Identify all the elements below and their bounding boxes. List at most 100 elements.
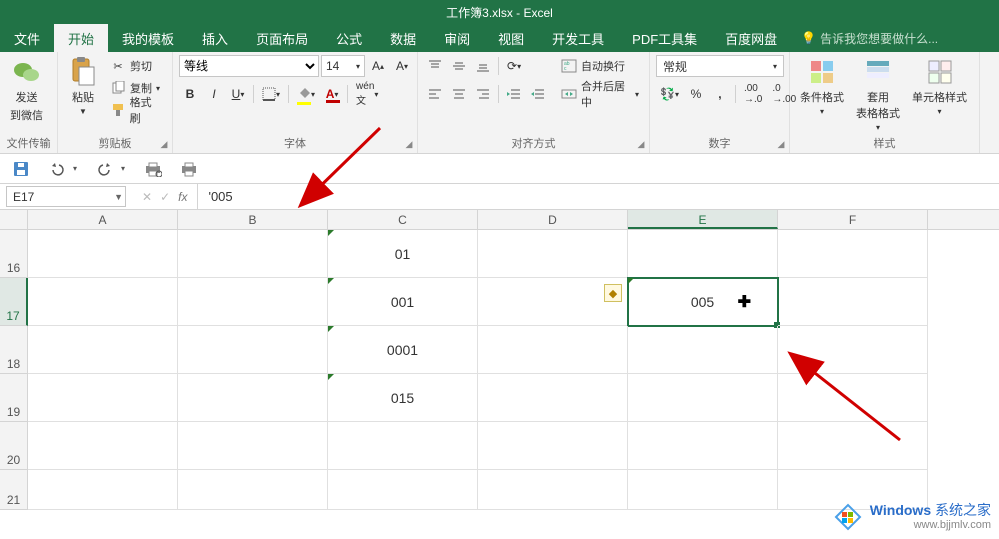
undo-button[interactable] — [46, 158, 68, 180]
fill-color-button[interactable]: ▾ — [293, 83, 319, 105]
cell-e18[interactable] — [628, 326, 778, 374]
col-header-b[interactable]: B — [178, 210, 328, 229]
spreadsheet-grid[interactable]: A B C D E F 16 01 17 001 ◆ 005 — [0, 210, 999, 510]
row-header-16[interactable]: 16 — [0, 230, 28, 278]
bold-button[interactable]: B — [179, 83, 201, 105]
tab-formulas[interactable]: 公式 — [322, 24, 376, 52]
cell-b17[interactable] — [178, 278, 328, 326]
font-name-select[interactable]: 等线 — [179, 55, 319, 77]
cell-d19[interactable] — [478, 374, 628, 422]
cell-b19[interactable] — [178, 374, 328, 422]
cell-c20[interactable] — [328, 422, 478, 470]
name-box[interactable]: E17 ▼ — [6, 186, 126, 207]
cell-d16[interactable] — [478, 230, 628, 278]
col-header-e[interactable]: E — [628, 210, 778, 229]
cell-style-button[interactable]: 单元格样式▾ — [908, 55, 971, 118]
border-button[interactable]: ▾ — [258, 83, 284, 105]
cell-c16[interactable]: 01 — [328, 230, 478, 278]
col-header-d[interactable]: D — [478, 210, 628, 229]
cell-b16[interactable] — [178, 230, 328, 278]
cell-f19[interactable] — [778, 374, 928, 422]
italic-button[interactable]: I — [203, 83, 225, 105]
align-center-button[interactable] — [448, 83, 470, 105]
tab-data[interactable]: 数据 — [376, 24, 430, 52]
table-format-button[interactable]: 套用 表格格式▾ — [852, 55, 904, 134]
cell-d21[interactable] — [478, 470, 628, 510]
print-preview-button[interactable] — [142, 158, 164, 180]
underline-button[interactable]: U▾ — [227, 83, 249, 105]
comma-button[interactable]: , — [709, 83, 731, 105]
cell-f20[interactable] — [778, 422, 928, 470]
cell-b21[interactable] — [178, 470, 328, 510]
error-flag-button[interactable]: ◆ — [604, 284, 622, 302]
print-button[interactable] — [178, 158, 200, 180]
cell-f17[interactable] — [778, 278, 928, 326]
cell-e21[interactable] — [628, 470, 778, 510]
wrap-text-button[interactable]: abc 自动换行 — [557, 55, 643, 77]
tab-pagelayout[interactable]: 页面布局 — [242, 24, 322, 52]
number-dialog-launcher[interactable]: ◢ — [775, 139, 787, 151]
cell-a19[interactable] — [28, 374, 178, 422]
tab-review[interactable]: 审阅 — [430, 24, 484, 52]
align-middle-button[interactable] — [448, 55, 470, 77]
col-header-a[interactable]: A — [28, 210, 178, 229]
align-left-button[interactable] — [424, 83, 446, 105]
send-to-wechat-button[interactable]: 发送 到微信 — [6, 55, 47, 125]
fx-icon[interactable]: fx — [178, 190, 187, 204]
tab-file[interactable]: 文件 — [0, 24, 54, 52]
tab-mytemplates[interactable]: 我的模板 — [108, 24, 188, 52]
row-header-20[interactable]: 20 — [0, 422, 28, 470]
redo-button[interactable] — [94, 158, 116, 180]
align-dialog-launcher[interactable]: ◢ — [635, 139, 647, 151]
phonetic-button[interactable]: wén文▾ — [352, 83, 382, 105]
col-header-c[interactable]: C — [328, 210, 478, 229]
decrease-font-button[interactable]: A▾ — [391, 55, 413, 77]
cell-a20[interactable] — [28, 422, 178, 470]
cell-e20[interactable] — [628, 422, 778, 470]
format-painter-button[interactable]: 格式刷 — [106, 99, 166, 121]
increase-indent-button[interactable] — [527, 83, 549, 105]
cell-e19[interactable] — [628, 374, 778, 422]
cell-f18[interactable] — [778, 326, 928, 374]
paste-button[interactable]: 粘贴 ▼ — [64, 55, 102, 118]
merge-center-button[interactable]: 合并后居中 ▾ — [557, 83, 643, 105]
enter-formula-button[interactable]: ✓ — [160, 190, 170, 204]
cell-a16[interactable] — [28, 230, 178, 278]
cell-b18[interactable] — [178, 326, 328, 374]
decrease-indent-button[interactable] — [503, 83, 525, 105]
tab-baidu[interactable]: 百度网盘 — [711, 24, 791, 52]
cell-b20[interactable] — [178, 422, 328, 470]
col-header-f[interactable]: F — [778, 210, 928, 229]
align-right-button[interactable] — [472, 83, 494, 105]
align-bottom-button[interactable] — [472, 55, 494, 77]
orientation-button[interactable]: ⟳▾ — [503, 55, 525, 77]
cell-f16[interactable] — [778, 230, 928, 278]
undo-dropdown[interactable]: ▾ — [70, 158, 80, 180]
redo-dropdown[interactable]: ▾ — [118, 158, 128, 180]
row-header-18[interactable]: 18 — [0, 326, 28, 374]
tab-home[interactable]: 开始 — [54, 24, 108, 52]
row-header-19[interactable]: 19 — [0, 374, 28, 422]
row-header-21[interactable]: 21 — [0, 470, 28, 510]
font-size-select[interactable]: 14▾ — [321, 55, 365, 77]
cut-button[interactable]: ✂ 剪切 — [106, 55, 166, 77]
save-button[interactable] — [10, 158, 32, 180]
tab-pdftools[interactable]: PDF工具集 — [618, 24, 711, 52]
select-all-corner[interactable] — [0, 210, 28, 229]
row-header-17[interactable]: 17 — [0, 278, 28, 326]
cancel-formula-button[interactable]: ✕ — [142, 190, 152, 204]
increase-font-button[interactable]: A▴ — [367, 55, 389, 77]
cell-a21[interactable] — [28, 470, 178, 510]
percent-button[interactable]: % — [685, 83, 707, 105]
tab-view[interactable]: 视图 — [484, 24, 538, 52]
formula-input[interactable]: '005 — [198, 184, 999, 209]
cell-a18[interactable] — [28, 326, 178, 374]
font-dialog-launcher[interactable]: ◢ — [403, 139, 415, 151]
conditional-format-button[interactable]: 条件格式▾ — [796, 55, 848, 118]
tell-me-box[interactable]: 💡 告诉我您想要做什么... — [801, 24, 938, 52]
tab-insert[interactable]: 插入 — [188, 24, 242, 52]
increase-decimal-button[interactable]: .00→.0 — [740, 83, 766, 105]
cell-d18[interactable] — [478, 326, 628, 374]
number-format-select[interactable]: 常规▾ — [656, 55, 784, 77]
font-color-button[interactable]: A ▾ — [321, 83, 343, 105]
